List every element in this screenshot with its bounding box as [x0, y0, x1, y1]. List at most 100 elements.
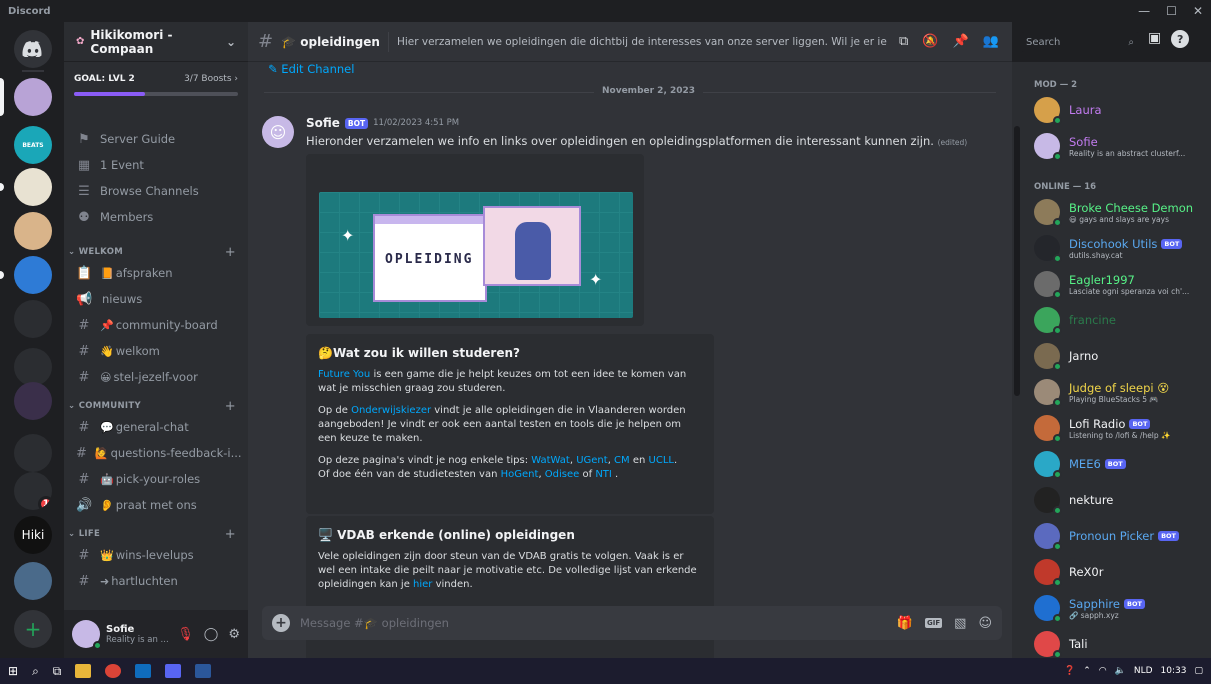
category-community[interactable]: ⌄ COMMUNITY + — [64, 390, 248, 414]
channel-item[interactable]: 🔊 👂 praat met ons — [64, 492, 248, 518]
image-embed[interactable]: OPLEIDING ✦ ✦ — [306, 154, 644, 326]
category-life[interactable]: ⌄ LIFE + — [64, 518, 248, 542]
member-item[interactable]: Lofi Radio BOT Listening to /lofi & /help … — [1034, 410, 1211, 446]
chat-scrollbar[interactable] — [1012, 62, 1022, 658]
add-server-button[interactable]: + — [14, 610, 52, 648]
server-icon-hikikomori[interactable] — [14, 78, 52, 116]
threads-icon[interactable]: ⧉ — [899, 34, 908, 49]
channel-item[interactable]: # ➜ hartluchten — [64, 568, 248, 594]
cm-link[interactable]: CM — [614, 455, 630, 466]
emoji-icon[interactable]: ☺ — [978, 616, 992, 631]
category-welkom[interactable]: ⌄ WELKOM + — [64, 236, 248, 260]
server-icon-3[interactable] — [14, 168, 52, 206]
future-you-link[interactable]: Future You — [318, 369, 370, 380]
member-item[interactable]: Tali — [1034, 626, 1211, 658]
notification-mute-icon[interactable]: 🔕 — [922, 34, 938, 49]
server-folder-3[interactable] — [14, 434, 52, 472]
pin-icon[interactable]: 📌 — [952, 34, 968, 49]
members-link[interactable]: ⚉ Members — [64, 204, 248, 230]
member-item[interactable]: Broke Cheese Demon 😃 gays and slays are y… — [1034, 194, 1211, 230]
task-view-icon[interactable]: ⧉ — [53, 664, 62, 679]
member-item[interactable]: Eagler1997 Lasciate ogni speranza voi ch'… — [1034, 266, 1211, 302]
outlook-icon[interactable] — [135, 664, 152, 678]
member-list-icon[interactable]: 👥 — [983, 34, 999, 49]
wifi-icon[interactable]: ◠ — [1099, 666, 1107, 676]
chevron-up-icon[interactable]: ⌃ — [1083, 666, 1091, 676]
member-item[interactable]: francine — [1034, 302, 1211, 338]
channel-topic[interactable]: Hier verzamelen we opleidingen die dicht… — [397, 36, 887, 48]
add-channel-icon[interactable]: + — [225, 245, 236, 260]
server-folder-2[interactable] — [14, 348, 52, 386]
member-item[interactable]: Judge of sleepi 😵 Playing BlueStacks 5 🎮 — [1034, 374, 1211, 410]
events-link[interactable]: ▦ 1 Event — [64, 152, 248, 178]
gear-icon[interactable]: ⚙ — [228, 627, 240, 642]
channel-item[interactable]: # 🤖 pick-your-roles — [64, 466, 248, 492]
server-folder-4[interactable]: 1 — [14, 472, 52, 510]
member-item[interactable]: Sofie Reality is an abstract clusterf... — [1034, 128, 1211, 164]
search-input[interactable]: Search ⌕ — [1020, 32, 1140, 52]
inbox-icon[interactable]: ▣ — [1148, 30, 1161, 48]
attach-plus-icon[interactable]: + — [272, 614, 290, 632]
channel-item[interactable]: # 👋 welkom — [64, 338, 248, 364]
word-icon[interactable] — [195, 664, 212, 678]
server-icon-hiki[interactable]: Hiki — [14, 516, 52, 554]
channel-item[interactable]: 📋 📙 afspraken — [64, 260, 248, 286]
member-item[interactable]: MEE6 BOT — [1034, 446, 1211, 482]
channel-item[interactable]: # 👑 wins-levelups — [64, 542, 248, 568]
server-icon-5[interactable] — [14, 256, 52, 294]
gif-icon[interactable]: GIF — [925, 618, 943, 628]
hogent-link[interactable]: HoGent — [501, 469, 539, 480]
member-item[interactable]: ReX0r — [1034, 554, 1211, 590]
windows-start-icon[interactable]: ⊞ — [8, 664, 18, 678]
server-guide-link[interactable]: ⚑ Server Guide — [64, 126, 248, 152]
ucll-link[interactable]: UCLL — [649, 455, 674, 466]
maximize-button[interactable]: ☐ — [1166, 4, 1177, 18]
channel-item[interactable]: # 🙋 questions-feedback-i... — [64, 440, 248, 466]
server-icon-4[interactable] — [14, 212, 52, 250]
headphones-icon[interactable]: ◯ — [204, 627, 219, 642]
message-author[interactable]: Sofie — [306, 116, 340, 130]
server-icon-6[interactable] — [14, 382, 52, 420]
search-icon[interactable]: ⌕ — [32, 664, 39, 679]
file-explorer-icon[interactable] — [75, 664, 92, 678]
home-button[interactable] — [14, 30, 52, 68]
discord-taskbar-icon[interactable] — [165, 664, 182, 678]
channel-item[interactable]: 📢 nieuws — [64, 286, 248, 312]
sticker-icon[interactable]: ▧ — [954, 616, 966, 631]
nti-link[interactable]: NTI — [595, 469, 612, 480]
channel-item[interactable]: # 💬 general-chat — [64, 414, 248, 440]
minimize-button[interactable]: — — [1138, 4, 1150, 18]
message-input[interactable] — [300, 616, 887, 630]
server-folder-1[interactable] — [14, 300, 52, 338]
watwat-link[interactable]: WatWat — [531, 455, 570, 466]
clock[interactable]: 10:33 — [1161, 666, 1187, 676]
add-channel-icon[interactable]: + — [225, 399, 236, 414]
member-item[interactable]: Laura — [1034, 92, 1211, 128]
boost-goal[interactable]: GOAL: LVL 2 3/7 Boosts › — [64, 62, 248, 124]
member-item[interactable]: Pronoun Picker BOT — [1034, 518, 1211, 554]
guild-header[interactable]: ✿ Hikikomori - Compaan ⌄ — [64, 22, 248, 62]
notification-icon[interactable]: ▢ — [1194, 666, 1203, 676]
help-icon[interactable]: ? — [1171, 30, 1190, 48]
help-circle-icon[interactable]: ❓ — [1064, 666, 1075, 676]
member-item[interactable]: Sapphire BOT 🔗 sapph.xyz — [1034, 590, 1211, 626]
member-item[interactable]: nekture — [1034, 482, 1211, 518]
language-indicator[interactable]: NLD — [1134, 666, 1153, 676]
add-channel-icon[interactable]: + — [225, 527, 236, 542]
server-icon-7[interactable] — [14, 562, 52, 600]
channel-item[interactable]: # 😀 stel-jezelf-voor — [64, 364, 248, 390]
avatar[interactable]: ☺ — [262, 116, 294, 148]
member-item[interactable]: Discohook Utils BOT dutils.shay.cat — [1034, 230, 1211, 266]
avatar[interactable] — [72, 620, 102, 650]
server-icon-beats[interactable]: BEATS — [14, 126, 52, 164]
browse-channels-link[interactable]: ☰ Browse Channels — [64, 178, 248, 204]
mic-muted-icon[interactable]: 🎙 — [177, 627, 194, 642]
channel-item[interactable]: # 📌 community-board — [64, 312, 248, 338]
chrome-icon[interactable] — [105, 664, 122, 678]
close-button[interactable]: ✕ — [1193, 4, 1203, 18]
odisee-link[interactable]: Odisee — [545, 469, 580, 480]
ugent-link[interactable]: UGent — [576, 455, 607, 466]
edit-channel-link[interactable]: ✎ Edit Channel — [268, 62, 354, 76]
onderwijskiezer-link[interactable]: Onderwijskiezer — [351, 405, 431, 416]
hier-link[interactable]: hier — [413, 579, 432, 590]
